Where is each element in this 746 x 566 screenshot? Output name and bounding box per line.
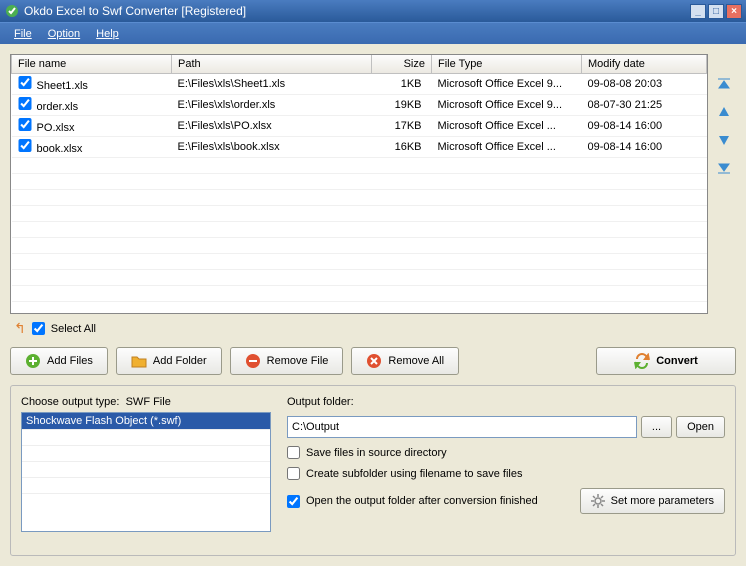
remove-icon [245,353,261,369]
minimize-button[interactable]: _ [690,4,706,19]
remove-all-button[interactable]: Remove All [351,347,459,375]
file-list[interactable]: File name Path Size File Type Modify dat… [10,54,708,314]
row-checkbox[interactable] [18,76,32,89]
move-top-button[interactable] [714,74,734,94]
move-up-button[interactable] [714,102,734,122]
up-level-icon[interactable]: ↰ [14,320,26,337]
maximize-button[interactable]: □ [708,4,724,19]
remove-all-icon [366,353,382,369]
open-after-label: Open the output folder after conversion … [306,495,538,507]
convert-icon [634,353,650,369]
col-name[interactable]: File name [12,55,172,74]
add-icon [25,353,41,369]
row-checkbox[interactable] [18,139,32,152]
col-type[interactable]: File Type [432,55,582,74]
add-folder-button[interactable]: Add Folder [116,347,222,375]
select-all-label: Select All [51,323,96,335]
add-files-button[interactable]: Add Files [10,347,108,375]
save-source-label: Save files in source directory [306,447,447,459]
menu-file[interactable]: File [6,25,40,43]
output-type-listbox[interactable]: Shockwave Flash Object (*.swf) [21,412,271,532]
open-after-checkbox[interactable] [287,495,300,508]
output-folder-label: Output folder: [287,396,725,408]
menu-option[interactable]: Option [40,25,88,43]
menubar: File Option Help [0,22,746,44]
col-date[interactable]: Modify date [582,55,707,74]
set-params-button[interactable]: Set more parameters [580,488,725,514]
save-source-checkbox[interactable] [287,446,300,459]
move-bottom-button[interactable] [714,158,734,178]
col-size[interactable]: Size [372,55,432,74]
col-path[interactable]: Path [172,55,372,74]
subfolder-checkbox[interactable] [287,467,300,480]
subfolder-label: Create subfolder using filename to save … [306,468,522,480]
open-folder-button[interactable]: Open [676,416,725,438]
app-icon [4,3,20,19]
table-row[interactable]: Sheet1.xlsE:\Files\xls\Sheet1.xls1KBMicr… [12,74,707,95]
table-row[interactable]: PO.xlsxE:\Files\xls\PO.xlsx17KBMicrosoft… [12,116,707,137]
move-down-button[interactable] [714,130,734,150]
close-button[interactable]: × [726,4,742,19]
table-row[interactable]: order.xlsE:\Files\xls\order.xls19KBMicro… [12,95,707,116]
output-type-label: Choose output type: SWF File [21,396,271,408]
gear-icon [591,494,605,508]
output-folder-input[interactable] [287,416,637,438]
output-type-item[interactable]: Shockwave Flash Object (*.swf) [22,413,270,429]
row-checkbox[interactable] [18,97,32,110]
menu-help[interactable]: Help [88,25,127,43]
table-row[interactable]: book.xlsxE:\Files\xls\book.xlsx16KBMicro… [12,137,707,158]
folder-icon [131,353,147,369]
row-checkbox[interactable] [18,118,32,131]
remove-file-button[interactable]: Remove File [230,347,344,375]
window-title: Okdo Excel to Swf Converter [Registered] [24,4,690,18]
titlebar: Okdo Excel to Swf Converter [Registered]… [0,0,746,22]
browse-button[interactable]: ... [641,416,672,438]
select-all-checkbox[interactable] [32,322,45,335]
convert-button[interactable]: Convert [596,347,736,375]
